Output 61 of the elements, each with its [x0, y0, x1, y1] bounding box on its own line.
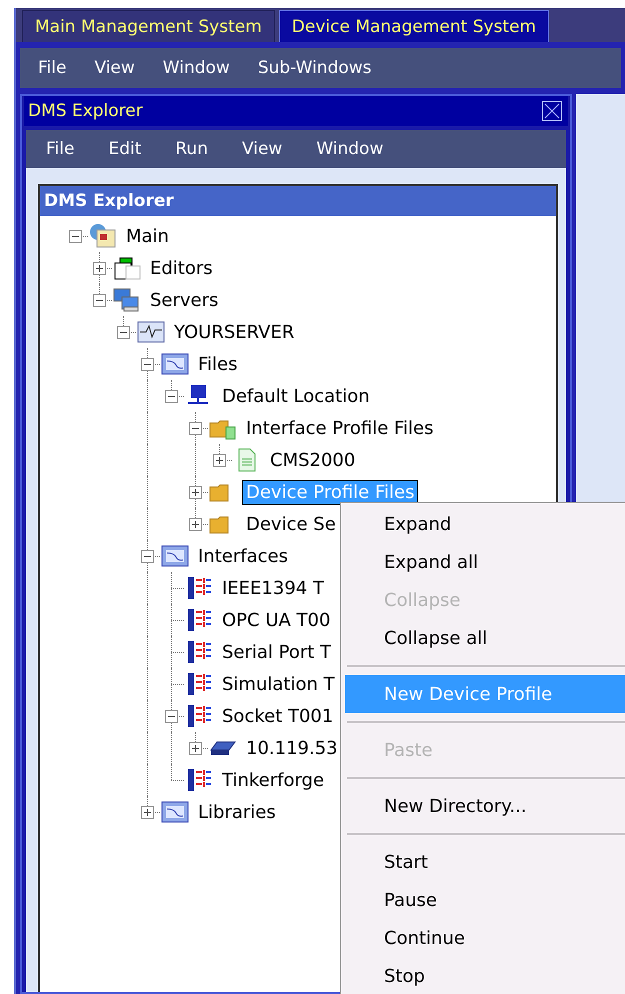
- tree-item[interactable]: Socket T001: [218, 704, 338, 728]
- collapse-toggle[interactable]: [141, 358, 154, 371]
- menu-item[interactable]: Edit: [108, 139, 142, 159]
- menu-item[interactable]: Sub-Windows: [258, 58, 372, 78]
- tree-item[interactable]: Editors: [146, 256, 217, 280]
- tree-item[interactable]: Default Location: [218, 384, 374, 408]
- collapse-toggle[interactable]: [141, 550, 154, 563]
- chart-window-icon: [160, 799, 190, 825]
- tree-item[interactable]: Main: [122, 224, 173, 248]
- tree-item[interactable]: YOURSERVER: [170, 320, 298, 344]
- tree-item[interactable]: Simulation T: [218, 672, 339, 696]
- tree-item[interactable]: Serial Port T: [218, 640, 336, 664]
- windows-icon: [112, 255, 142, 281]
- pulse-icon: [136, 319, 166, 345]
- menu-item[interactable]: View: [94, 58, 135, 78]
- expand-toggle[interactable]: [189, 518, 202, 531]
- expand-toggle[interactable]: [189, 486, 202, 499]
- tree-item[interactable]: IEEE1394 T: [218, 576, 328, 600]
- menu-item[interactable]: New Directory...: [345, 787, 625, 825]
- tab[interactable]: Main Management System: [22, 10, 275, 42]
- expand-toggle[interactable]: [93, 262, 106, 275]
- collapse-toggle[interactable]: [69, 230, 82, 243]
- collapse-toggle[interactable]: [165, 390, 178, 403]
- menu-item[interactable]: Pause: [345, 881, 625, 919]
- tree-item[interactable]: 10.119.53: [242, 736, 342, 760]
- expand-toggle[interactable]: [141, 806, 154, 819]
- menu-item[interactable]: Collapse all: [345, 619, 625, 657]
- menu-item[interactable]: Run: [175, 139, 208, 159]
- menu-item[interactable]: Window: [162, 58, 230, 78]
- tree-item[interactable]: Files: [194, 352, 242, 376]
- menu-item[interactable]: Start: [345, 843, 625, 881]
- tree-item[interactable]: Interface Profile Files: [242, 416, 438, 440]
- tree-item[interactable]: Tinkerforge: [218, 768, 328, 792]
- close-icon[interactable]: [542, 101, 562, 121]
- collapse-toggle[interactable]: [165, 710, 178, 723]
- tab[interactable]: Device Management System: [278, 10, 550, 42]
- menu-item[interactable]: File: [38, 58, 66, 78]
- chart-window-icon: [160, 543, 190, 569]
- collapse-toggle[interactable]: [189, 422, 202, 435]
- tree-item[interactable]: OPC UA T00: [218, 608, 334, 632]
- chart-window-icon: [160, 351, 190, 377]
- tree-item[interactable]: Device Se: [242, 512, 340, 536]
- tree-header: DMS Explorer: [40, 186, 556, 216]
- expand-toggle[interactable]: [189, 742, 202, 755]
- menu-item[interactable]: File: [46, 139, 74, 159]
- tree-item[interactable]: Interfaces: [194, 544, 292, 568]
- menu-item[interactable]: Window: [316, 139, 384, 159]
- menu-item[interactable]: Continue: [345, 919, 625, 957]
- globe-window-icon: [88, 223, 118, 249]
- menu-item[interactable]: Expand all: [345, 543, 625, 581]
- menu-item[interactable]: View: [242, 139, 282, 159]
- tree-item[interactable]: Servers: [146, 288, 222, 312]
- menu-item[interactable]: Expand: [345, 505, 625, 543]
- collapse-toggle[interactable]: [93, 294, 106, 307]
- device-icon: [210, 740, 236, 756]
- expand-toggle[interactable]: [213, 454, 226, 467]
- menu-item[interactable]: Stop: [345, 957, 625, 994]
- tree-item[interactable]: Libraries: [194, 800, 280, 824]
- tree-item[interactable]: CMS2000: [266, 448, 360, 472]
- panel-title: DMS Explorer: [28, 101, 143, 121]
- collapse-toggle[interactable]: [117, 326, 130, 339]
